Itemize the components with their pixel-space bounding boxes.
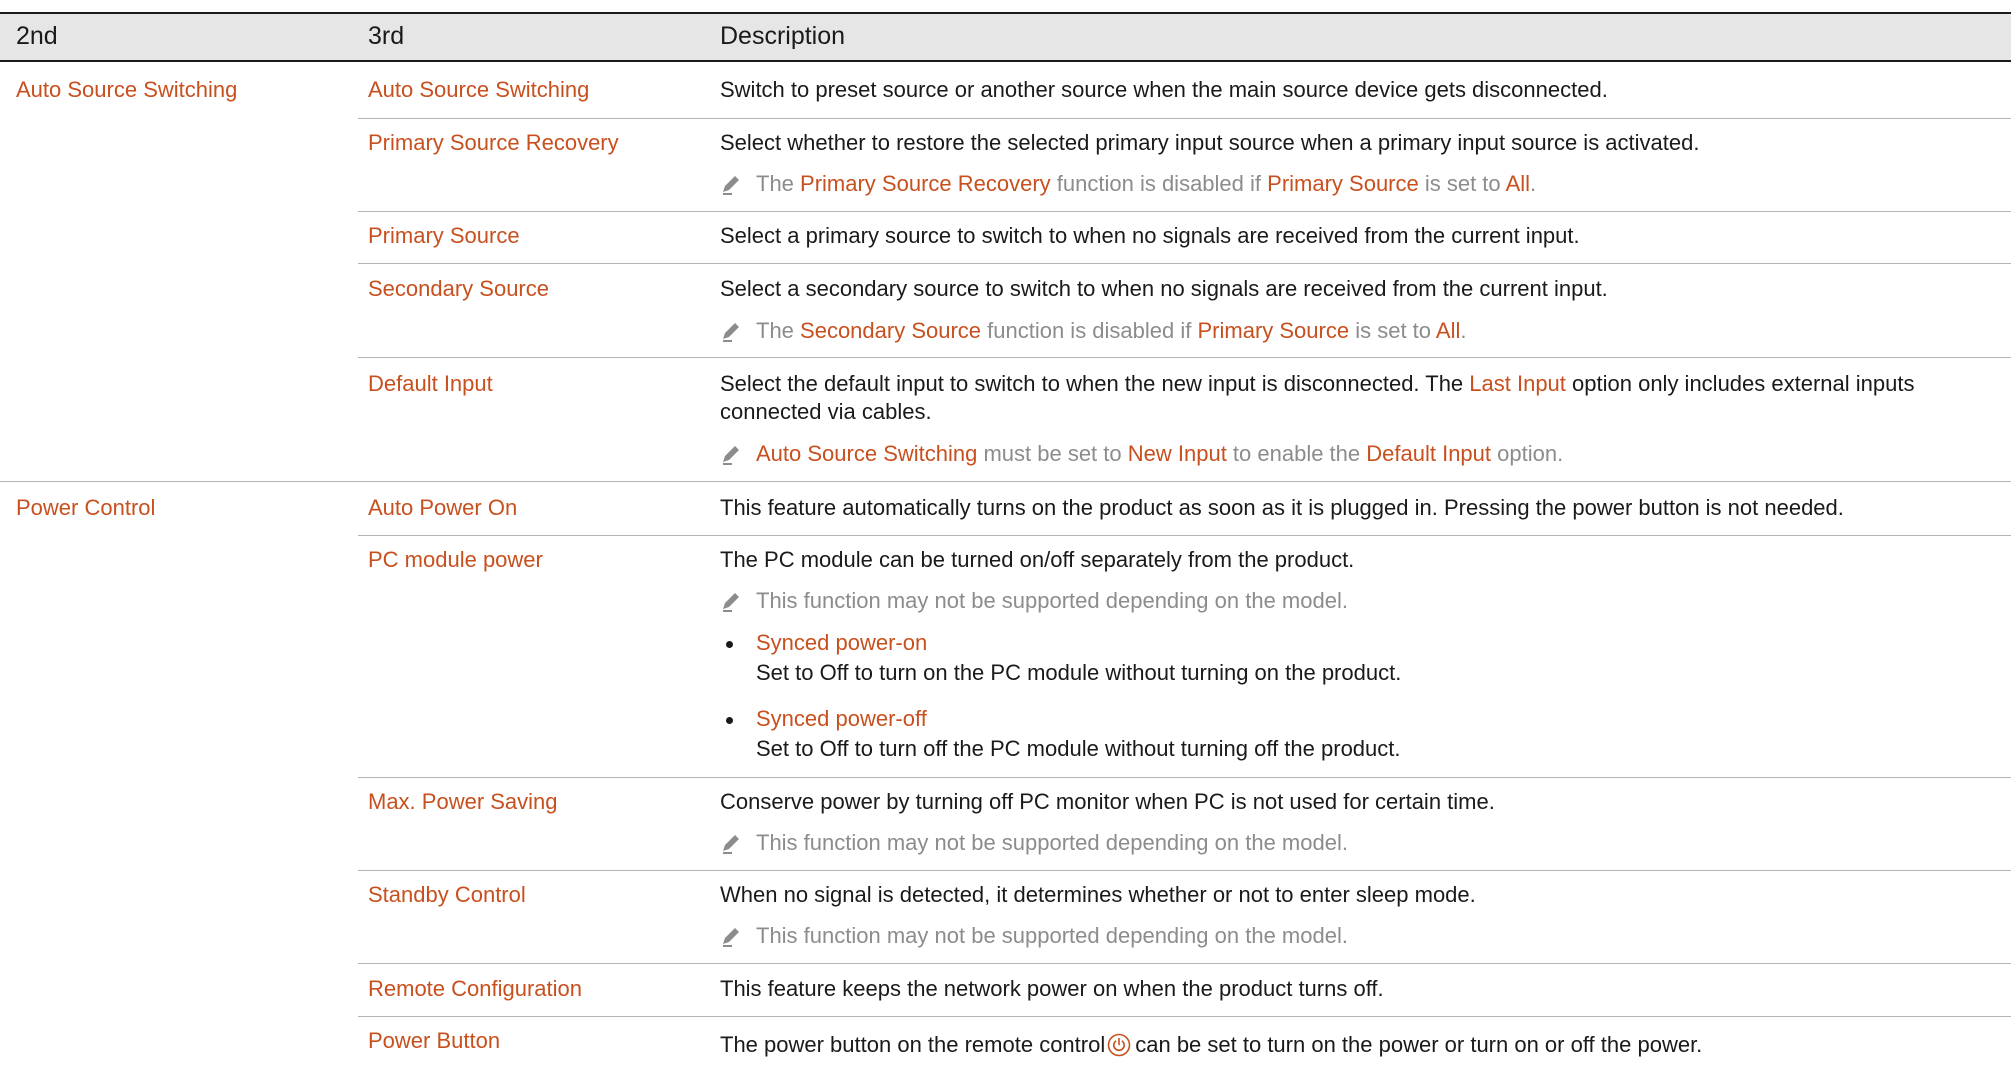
header-2nd: 2nd [16,22,58,50]
third-primary-source-recovery[interactable]: Primary Source Recovery [368,129,619,157]
note-ref-primary-source[interactable]: Primary Source [1198,318,1350,343]
desc-primary-source-recovery: Select whether to restore the selected p… [720,130,1700,155]
desc-remote-configuration: This feature keeps the network power on … [720,976,1384,1001]
synced-power-on-title[interactable]: Synced power-on [756,629,927,657]
row-divider [358,211,2011,212]
row-divider [358,357,2011,358]
note-primary-source-recovery: The Primary Source Recovery function is … [756,171,1537,196]
note-ref-default-input[interactable]: Default Input [1366,441,1491,466]
pencil-icon [723,323,739,342]
synced-power-off-title[interactable]: Synced power-off [756,705,927,733]
note-ref-auto-source-switching[interactable]: Auto Source Switching [756,441,977,466]
row-divider [358,263,2011,264]
note-max-power-saving: This function may not be supported depen… [756,830,1348,855]
third-remote-configuration[interactable]: Remote Configuration [368,975,582,1003]
third-default-input[interactable]: Default Input [368,370,493,398]
third-primary-source[interactable]: Primary Source [368,222,520,250]
note-ref-primary-source[interactable]: Primary Source [1267,171,1419,196]
note-ref-new-input[interactable]: New Input [1128,441,1227,466]
row-divider [358,777,2011,778]
third-pc-module-power[interactable]: PC module power [368,546,543,574]
note-default-input: Auto Source Switching must be set to New… [756,441,1564,466]
table-header [0,14,2011,60]
note-ref-all[interactable]: All [1436,318,1460,343]
header-bottom-rule [0,60,2011,62]
group-divider [0,481,2011,482]
desc-auto-source-switching: Switch to preset source or another sourc… [720,77,1608,102]
synced-power-on-text: Set to Off to turn on the PC module with… [756,660,1402,685]
desc-standby-control: When no signal is detected, it determine… [720,882,1476,907]
desc-default-input-line1: Select the default input to switch to wh… [720,371,1915,396]
third-max-power-saving[interactable]: Max. Power Saving [368,788,558,816]
note-ref-all[interactable]: All [1506,171,1530,196]
header-3rd: 3rd [368,22,405,50]
note-standby-control: This function may not be supported depen… [756,923,1348,948]
row-divider [358,118,2011,119]
desc-default-input-line2: connected via cables. [720,399,932,424]
desc-secondary-source: Select a secondary source to switch to w… [720,276,1608,301]
third-power-button[interactable]: Power Button [368,1027,500,1055]
row-divider [358,535,2011,536]
row-divider [358,870,2011,871]
desc-auto-power-on: This feature automatically turns on the … [720,495,1844,520]
bullet-icon [726,717,733,724]
desc-pc-module-power: The PC module can be turned on/off separ… [720,547,1355,572]
pencil-icon [723,446,739,465]
desc-ref-last-input[interactable]: Last Input [1469,371,1566,396]
third-auto-power-on[interactable]: Auto Power On [368,494,517,522]
desc-max-power-saving: Conserve power by turning off PC monitor… [720,789,1495,814]
note-secondary-source: The Secondary Source function is disable… [756,318,1467,343]
settings-table: 2nd 3rd Description Auto Source Switchin… [0,0,2011,1068]
header-description: Description [720,22,846,50]
row-divider [358,963,2011,964]
power-icon [1107,1033,1131,1057]
second-auto-source-switching[interactable]: Auto Source Switching [16,76,237,104]
pencil-icon [723,835,739,854]
synced-power-off-text: Set to Off to turn off the PC module wit… [756,736,1401,761]
desc-primary-source: Select a primary source to switch to whe… [720,223,1580,248]
pencil-icon [723,593,739,612]
third-standby-control[interactable]: Standby Control [368,881,526,909]
third-secondary-source[interactable]: Secondary Source [368,275,549,303]
desc-power-button: The power button on the remote control ca… [720,1032,1703,1057]
third-auto-source-switching[interactable]: Auto Source Switching [368,76,589,104]
note-ref-primary-source-recovery[interactable]: Primary Source Recovery [800,171,1051,196]
note-pc-module-power: This function may not be supported depen… [756,588,1348,613]
bullet-icon [726,641,733,648]
second-power-control[interactable]: Power Control [16,494,155,522]
pencil-icon [723,176,739,195]
pencil-icon [723,928,739,947]
note-ref-secondary-source[interactable]: Secondary Source [800,318,981,343]
row-divider [358,1016,2011,1017]
